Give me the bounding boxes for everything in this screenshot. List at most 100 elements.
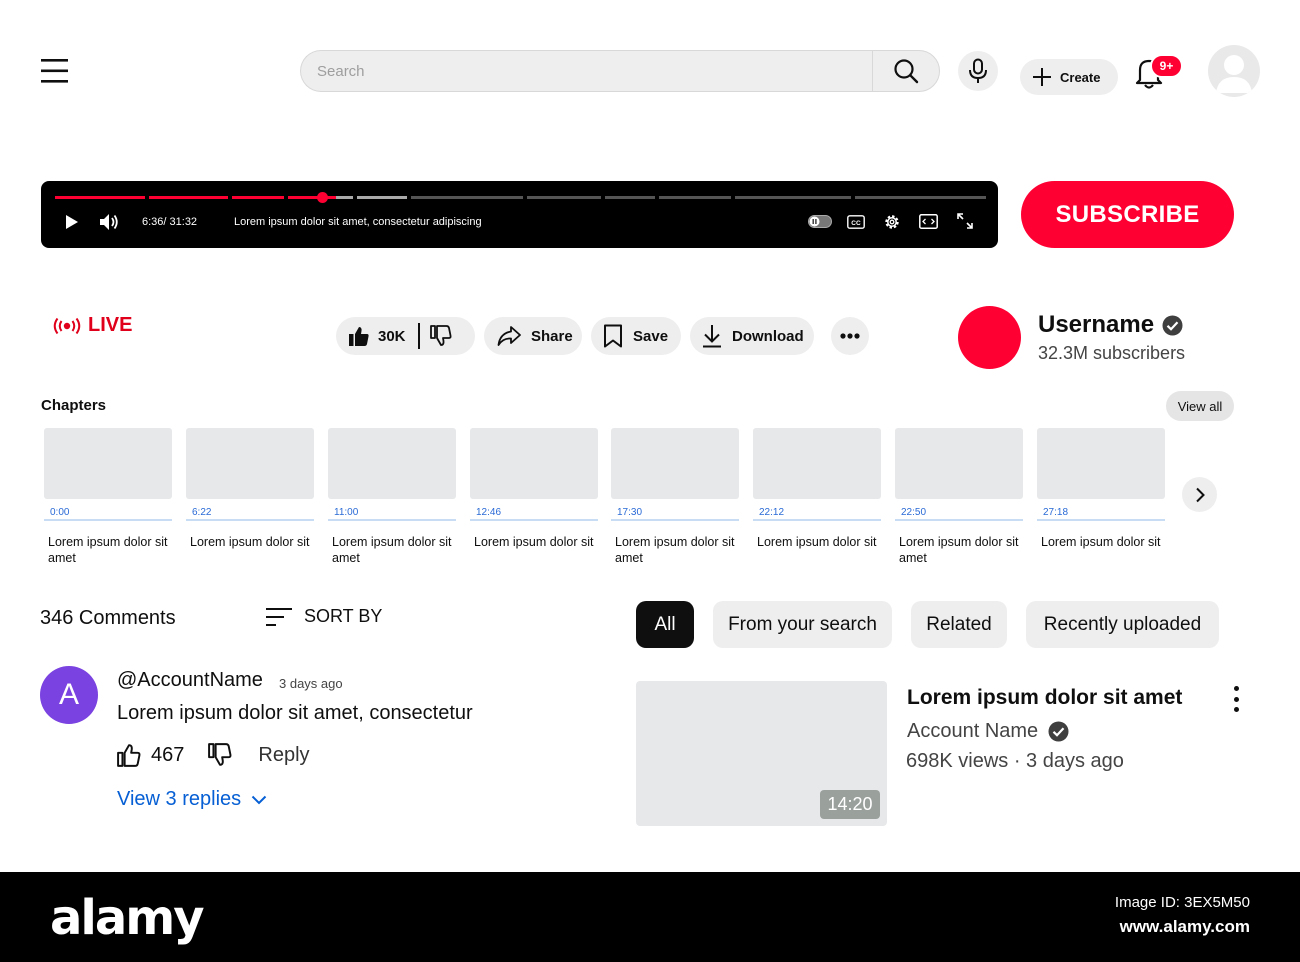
create-label: Create [1060, 69, 1101, 85]
live-icon [52, 317, 82, 335]
chapter-label: Lorem ipsum dolor sit [474, 535, 594, 549]
progress-bar[interactable] [55, 196, 986, 199]
autoplay-toggle-icon[interactable] [808, 215, 832, 228]
more-actions-button[interactable] [831, 317, 869, 355]
reply-button[interactable]: Reply [258, 744, 309, 767]
chapter-time: 22:12 [759, 507, 785, 518]
scrub-handle[interactable] [317, 192, 328, 203]
gear-icon[interactable] [883, 213, 901, 231]
like-dislike-group: 30K [336, 317, 475, 355]
footer-image-id: Image ID: 3EX5M50 [1114, 894, 1250, 911]
chapter-item[interactable]: 11:00 Lorem ipsum dolor sit amet [328, 428, 456, 566]
miniplayer-icon[interactable] [919, 214, 938, 229]
chapter-item[interactable]: 0:00 Lorem ipsum dolor sit amet [44, 428, 172, 566]
chapter-thumbnail [753, 428, 881, 499]
player-time: 6:36/ 31:32 [142, 216, 198, 228]
sort-icon [266, 607, 292, 627]
related-video-channel[interactable]: Account Name [907, 720, 1069, 743]
subscribe-button[interactable]: SUBSCRIBE [1021, 181, 1234, 248]
play-icon[interactable] [65, 215, 79, 229]
chapter-label: Lorem ipsum dolor sit [1041, 535, 1161, 549]
download-button[interactable]: Download [690, 317, 814, 355]
verified-icon [1048, 721, 1069, 742]
volume-icon[interactable] [99, 213, 119, 231]
bookmark-icon [603, 324, 623, 348]
chapter-timeline [1037, 519, 1165, 521]
cc-icon[interactable]: CC [847, 215, 865, 229]
chapter-thumbnail [1037, 428, 1165, 499]
comment-author[interactable]: @AccountName [117, 669, 263, 692]
chapter-thumbnail [186, 428, 314, 499]
thumbs-down-icon[interactable] [429, 325, 452, 347]
chapter-timeline [328, 519, 456, 521]
more-horizontal-icon [840, 333, 860, 339]
share-button[interactable]: Share [484, 317, 582, 355]
filter-chip-related[interactable]: Related [911, 601, 1007, 648]
svg-text:CC: CC [851, 220, 861, 227]
channel-avatar[interactable] [958, 306, 1021, 369]
chapters-next-button[interactable] [1182, 477, 1217, 512]
chapter-time: 12:46 [476, 507, 502, 518]
comment-count: 346 Comments [40, 607, 176, 629]
menu-icon[interactable] [41, 58, 69, 84]
chapter-item[interactable]: 17:30 Lorem ipsum dolor sit amet [611, 428, 739, 566]
live-label: LIVE [88, 314, 133, 336]
chapter-item[interactable]: 22:50 Lorem ipsum dolor sit amet [895, 428, 1023, 566]
chapter-item[interactable]: 12:46 Lorem ipsum dolor sit [470, 428, 598, 550]
plus-icon [1032, 67, 1052, 87]
filter-chip-from-your-search[interactable]: From your search [713, 601, 892, 648]
chapter-timeline [753, 519, 881, 521]
chapter-label: Lorem ipsum dolor sit [190, 535, 310, 549]
user-avatar[interactable] [1208, 45, 1260, 97]
chapter-time: 17:30 [617, 507, 643, 518]
more-vertical-icon[interactable] [1226, 684, 1246, 714]
live-indicator: LIVE [52, 314, 132, 337]
channel-name[interactable]: Username [1038, 311, 1183, 339]
chevron-right-icon [1195, 487, 1205, 503]
filter-chip-all[interactable]: All [636, 601, 694, 648]
chapter-item[interactable]: 6:22 Lorem ipsum dolor sit [186, 428, 314, 550]
player-title: Lorem ipsum dolor sit amet, consectetur … [234, 216, 482, 228]
mic-icon [968, 58, 988, 84]
like-count: 30K [378, 327, 406, 345]
chapter-thumbnail [328, 428, 456, 499]
chapter-label: Lorem ipsum dolor sit amet [615, 535, 735, 565]
related-video-title[interactable]: Lorem ipsum dolor sit amet [907, 686, 1182, 710]
chapter-timeline [44, 519, 172, 521]
save-button[interactable]: Save [591, 317, 681, 355]
voice-search-button[interactable] [958, 51, 998, 91]
chapter-item[interactable]: 22:12 Lorem ipsum dolor sit [753, 428, 881, 550]
search-button[interactable] [872, 50, 940, 92]
video-player[interactable]: 6:36/ 31:32 Lorem ipsum dolor sit amet, … [41, 181, 998, 248]
sort-by-button[interactable]: SORT BY [266, 606, 382, 627]
search-input[interactable] [301, 51, 873, 91]
like-button[interactable]: 30K [336, 317, 406, 355]
comment-avatar[interactable]: A [40, 666, 98, 724]
view-replies-label: View 3 replies [117, 788, 242, 810]
create-button[interactable]: Create [1020, 59, 1118, 95]
chapter-timeline [186, 519, 314, 521]
chapter-label: Lorem ipsum dolor sit [757, 535, 877, 549]
chapter-thumbnail [44, 428, 172, 499]
view-all-chapters-button[interactable]: View all [1166, 391, 1234, 421]
fullscreen-icon[interactable] [957, 213, 973, 229]
chevron-down-icon [251, 795, 267, 805]
chapter-label: Lorem ipsum dolor sit amet [48, 535, 168, 565]
thumbs-up-icon[interactable] [117, 743, 141, 767]
filter-chip-recently-uploaded[interactable]: Recently uploaded [1026, 601, 1219, 648]
chapter-time: 0:00 [50, 507, 70, 518]
video-duration: 14:20 [820, 790, 880, 819]
chapter-timeline [895, 519, 1023, 521]
like-divider [417, 323, 420, 349]
chapter-label: Lorem ipsum dolor sit amet [899, 535, 1019, 565]
comment-actions: 467 Reply [117, 743, 310, 767]
search-box [300, 50, 873, 92]
chapter-thumbnail [895, 428, 1023, 499]
channel-name-text: Username [1038, 311, 1155, 338]
view-replies-button[interactable]: View 3 replies [117, 788, 267, 811]
chapter-timeline [611, 519, 739, 521]
footer-url: www.alamy.com [1119, 917, 1250, 936]
thumbs-down-icon[interactable] [208, 743, 232, 767]
chapter-time: 11:00 [334, 507, 359, 518]
chapter-item[interactable]: 27:18 Lorem ipsum dolor sit [1037, 428, 1165, 550]
